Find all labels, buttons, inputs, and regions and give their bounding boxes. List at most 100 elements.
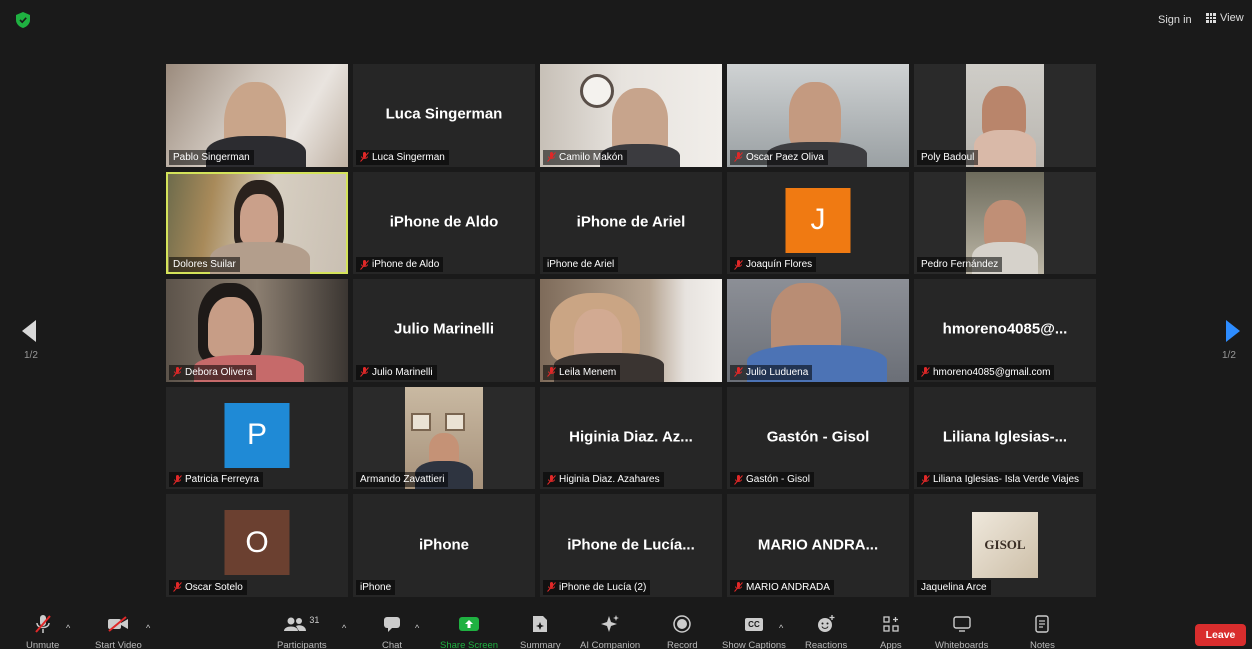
apps-icon (883, 616, 899, 632)
ai-companion-button[interactable]: AI Companion (580, 613, 640, 649)
muted-mic-icon (173, 367, 182, 378)
participant-tile[interactable]: iPhone de Aldo iPhone de Aldo (353, 171, 535, 275)
participant-tile[interactable]: GISOL Jaquelina Arce (914, 494, 1096, 597)
video-off-icon (108, 616, 129, 632)
participant-display-name: Julio Marinelli (393, 321, 495, 339)
participant-name-label: Patricia Ferreyra (169, 472, 263, 488)
participant-tile[interactable]: Julio Marinelli Julio Marinelli (353, 279, 535, 382)
show-captions-label: Show Captions (722, 640, 786, 649)
participant-tile[interactable]: J Joaquín Flores (727, 171, 909, 275)
participant-tile[interactable]: Luca Singerman Luca Singerman (353, 64, 535, 167)
participant-video (208, 297, 254, 358)
participant-name-label: Armando Zavattieri (356, 472, 449, 488)
participant-name-label: iPhone de Lucía (2) (543, 579, 651, 595)
participant-name-label: Julio Luduena (730, 364, 813, 380)
participant-name-label: iPhone (356, 579, 396, 595)
participant-tile[interactable]: Gastón - Gisol Gastón - Gisol (727, 386, 909, 490)
page-indicator-right: 1/2 (1222, 350, 1236, 361)
participant-tile[interactable]: hmoreno4085@... hmoreno4085@gmail.com (914, 279, 1096, 382)
participant-tile[interactable]: Armando Zavattieri (353, 386, 535, 490)
participant-tile[interactable]: Camilo Makón (540, 64, 722, 167)
whiteboards-button[interactable]: Whiteboards (935, 613, 988, 649)
participant-name-label: MARIO ANDRADA (730, 579, 834, 595)
participant-tile[interactable]: O Oscar Sotelo (166, 494, 348, 597)
notes-label: Notes (1030, 640, 1055, 649)
participant-tile[interactable]: Poly Badoul (914, 64, 1096, 167)
participant-display-name: iPhone (418, 536, 469, 554)
participant-name-label: Higinia Diaz. Azahares (543, 472, 664, 488)
muted-mic-icon (547, 152, 556, 162)
summary-icon (533, 616, 548, 632)
gisol-logo: GISOL (972, 512, 1038, 579)
apps-label: Apps (880, 640, 902, 649)
summary-label: Summary (520, 640, 561, 649)
participants-options-caret-icon[interactable]: ^ (342, 623, 346, 633)
unmute-label: Unmute (26, 640, 60, 649)
muted-mic-icon (547, 582, 556, 593)
security-shield-icon[interactable] (16, 12, 30, 28)
muted-mic-icon (734, 367, 743, 378)
participant-name-label: Pablo Singerman (169, 149, 254, 165)
participant-tile[interactable]: Pablo Singerman (166, 64, 348, 167)
video-options-caret-icon[interactable]: ^ (146, 623, 150, 633)
record-button[interactable]: Record (667, 613, 698, 649)
chat-options-caret-icon[interactable]: ^ (415, 623, 419, 633)
captions-options-caret-icon[interactable]: ^ (779, 623, 783, 633)
show-captions-button[interactable]: CC Show Captions (722, 613, 786, 649)
participant-name-label: Poly Badoul (917, 149, 979, 165)
participant-video (789, 82, 841, 148)
participant-tile[interactable]: iPhone de Ariel iPhone de Ariel (540, 171, 722, 275)
participant-tile[interactable]: Liliana Iglesias-... Liliana Iglesias- I… (914, 386, 1096, 490)
muted-mic-icon (921, 367, 930, 378)
ai-companion-label: AI Companion (580, 640, 641, 649)
leave-button[interactable]: Leave (1195, 624, 1246, 646)
muted-mic-icon (173, 474, 182, 485)
sign-in-link[interactable]: Sign in (1158, 14, 1192, 26)
start-video-label: Start Video (95, 640, 142, 649)
muted-mic-icon (360, 152, 369, 162)
participant-tile[interactable]: Debora Olivera (166, 279, 348, 382)
summary-button[interactable]: Summary (520, 613, 561, 649)
muted-mic-icon (734, 474, 743, 485)
chat-button[interactable]: Chat (382, 613, 402, 649)
participant-display-name: iPhone de Aldo (389, 213, 499, 231)
participant-tile[interactable]: Oscar Paez Oliva (727, 64, 909, 167)
muted-mic-icon (921, 474, 930, 485)
wall-clock-icon (580, 74, 614, 108)
muted-mic-icon (173, 582, 182, 593)
active-speaker-tile[interactable]: Dolores Suilar (166, 171, 348, 275)
start-video-button[interactable]: Start Video (95, 613, 142, 649)
participant-name-label: Julio Marinelli (356, 364, 437, 380)
participant-tile[interactable]: P Patricia Ferreyra (166, 386, 348, 490)
next-page-arrow-icon[interactable] (1226, 320, 1240, 342)
participant-shoulders (974, 130, 1036, 167)
participant-name-label: Liliana Iglesias- Isla Verde Viajes (917, 472, 1084, 488)
participant-tile[interactable]: Higinia Diaz. Az... Higinia Diaz. Azahar… (540, 386, 722, 490)
participant-avatar: J (785, 187, 851, 253)
share-screen-button[interactable]: Share Screen (440, 613, 498, 649)
participant-display-name: iPhone de Ariel (576, 213, 686, 231)
participant-display-name: iPhone de Lucía... (567, 536, 695, 554)
video-gallery: Pablo Singerman Luca Singerman Luca Sing… (166, 64, 1096, 597)
participant-display-name: MARIO ANDRA... (757, 536, 879, 554)
notes-button[interactable]: Notes (1030, 613, 1055, 649)
participant-tile[interactable]: MARIO ANDRA... MARIO ANDRADA (727, 494, 909, 597)
participant-tile[interactable]: iPhone de Lucía... iPhone de Lucía (2) (540, 494, 722, 597)
muted-mic-icon (734, 582, 743, 593)
apps-button[interactable]: Apps (880, 613, 902, 649)
previous-page-arrow-icon[interactable] (22, 320, 36, 342)
wall-frame-icon (445, 412, 465, 431)
participant-tile[interactable]: iPhone iPhone (353, 494, 535, 597)
participant-name-label: Leila Menem (543, 364, 621, 380)
participants-button[interactable]: 31 Participants (277, 613, 327, 649)
participant-avatar: P (224, 402, 290, 468)
participant-name-label: Oscar Paez Oliva (730, 149, 828, 165)
notes-icon (1035, 615, 1050, 633)
participant-tile[interactable]: Leila Menem (540, 279, 722, 382)
audio-options-caret-icon[interactable]: ^ (66, 623, 70, 633)
participant-tile[interactable]: Pedro Fernández (914, 171, 1096, 275)
reactions-button[interactable]: Reactions (805, 613, 847, 649)
unmute-button[interactable]: Unmute (26, 613, 59, 649)
view-button[interactable]: View (1206, 12, 1244, 24)
participant-tile[interactable]: Julio Luduena (727, 279, 909, 382)
